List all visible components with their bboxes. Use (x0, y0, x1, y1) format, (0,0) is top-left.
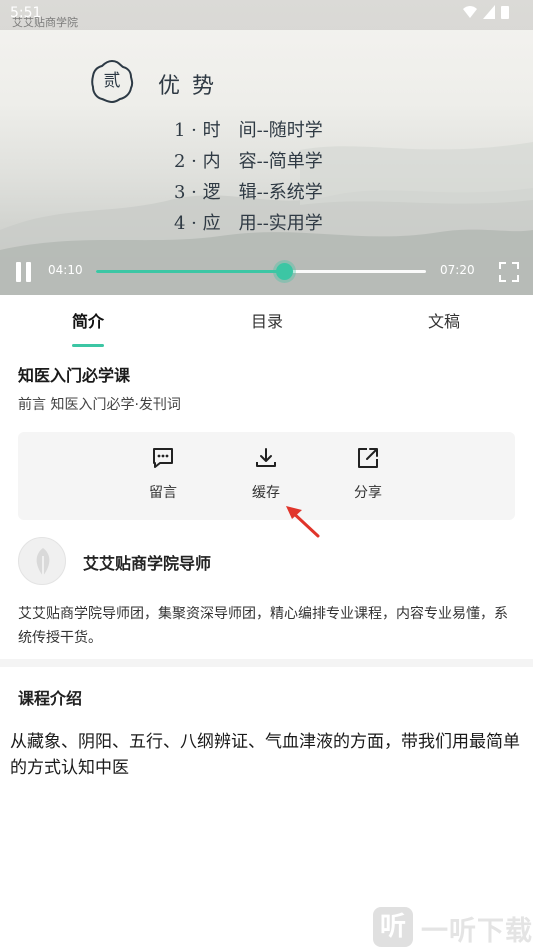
player-controls: 04:10 07:20 (0, 252, 533, 292)
video-player[interactable]: 5:51 艾艾贴商学院 贰 优势 1 · 时 间--随时学 2 · 内 容--简… (0, 0, 533, 295)
avatar[interactable] (18, 537, 66, 585)
watermark-text: 一听下载 (421, 916, 533, 947)
tab-bar: 简介 目录 文稿 (0, 295, 533, 349)
author-name: 艾艾贴商学院导师 (83, 554, 212, 573)
leaf-logo-icon (36, 548, 50, 578)
action-bar: 留言 缓存 分享 (18, 432, 515, 520)
slide-logo-text: 艾艾贴商学院 (12, 16, 78, 29)
download-label: 缓存 (252, 485, 280, 501)
comment-icon (153, 448, 173, 468)
pause-icon[interactable] (14, 262, 34, 284)
watermark: 听 一听下载 (373, 905, 533, 947)
share-label: 分享 (354, 485, 382, 501)
slide-seal-char: 贰 (103, 71, 121, 91)
status-bar: 5:51 艾艾贴商学院 (0, 0, 533, 30)
slide-list: 1 · 时 间--随时学 2 · 内 容--简单学 3 · 逻 辑--系统学 4… (174, 118, 323, 242)
slide-line: 2 · 内 容--简单学 (174, 151, 323, 172)
course-title: 知医入门必学课 (18, 366, 131, 385)
tab-transcript[interactable]: 文稿 (374, 295, 514, 349)
wifi-icon (463, 6, 477, 18)
download-icon (256, 448, 276, 467)
signal-icon (483, 5, 495, 19)
progress-fill (96, 270, 285, 273)
status-icons (463, 5, 509, 19)
slide-line: 4 · 应 用--实用学 (174, 213, 323, 234)
tab-indicator (72, 344, 104, 347)
red-arrow-annotation-icon (286, 506, 320, 538)
author-description: 艾艾贴商学院导师团，集聚资深导师团，精心编排专业课程，内容专业易懂，系统传授干货… (18, 606, 508, 646)
intro-body: 从藏象、阴阳、五行、八纲辨证、气血津液的方面，带我们用最简单的方式认知中医 (10, 732, 520, 778)
comment-button[interactable]: 留言 (133, 446, 193, 510)
fullscreen-icon[interactable] (498, 261, 520, 283)
current-time: 04:10 (48, 263, 83, 277)
slide-line: 1 · 时 间--随时学 (174, 120, 323, 141)
total-time: 07:20 (440, 263, 475, 277)
comment-label: 留言 (149, 485, 177, 501)
tab-catalog[interactable]: 目录 (197, 295, 337, 349)
share-icon (358, 448, 378, 468)
course-subtitle: 前言 知医入门必学·发刊词 (18, 397, 181, 413)
intro-title: 课程介绍 (18, 689, 83, 708)
share-button[interactable]: 分享 (338, 446, 398, 510)
slide-line: 3 · 逻 辑--系统学 (174, 182, 323, 203)
slide-heading: 优势 (158, 74, 227, 99)
watermark-logo: 听 (373, 907, 413, 947)
progress-slider[interactable] (96, 263, 426, 280)
progress-thumb[interactable] (276, 263, 294, 280)
tab-intro[interactable]: 简介 (18, 295, 158, 349)
slide-seal: 贰 (89, 58, 135, 104)
battery-icon (501, 6, 509, 19)
author-row[interactable]: 艾艾贴商学院导师 (18, 537, 515, 587)
section-divider (0, 659, 533, 667)
